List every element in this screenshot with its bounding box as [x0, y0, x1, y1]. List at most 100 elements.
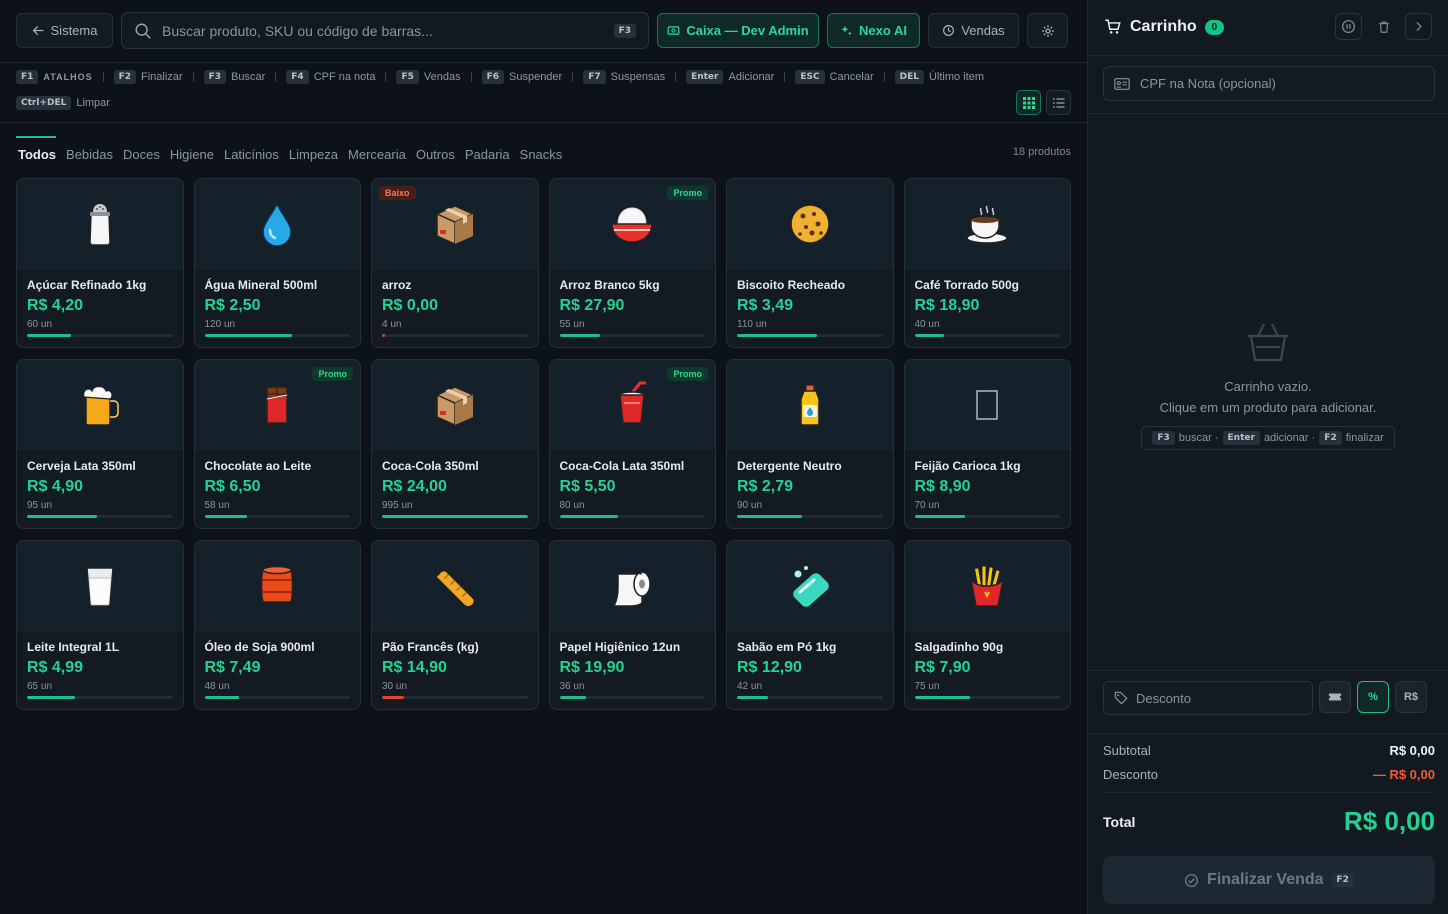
shortcut-ultimo-item[interactable]: DEL Último item: [894, 69, 984, 85]
shortcut-cancelar[interactable]: ESC Cancelar: [795, 69, 874, 85]
tab-snacks[interactable]: Snacks: [520, 147, 563, 162]
vendas-button[interactable]: Vendas: [928, 13, 1019, 48]
salt-shaker-icon: [76, 200, 124, 248]
stock-bar: [559, 334, 705, 337]
caixa-button[interactable]: Caixa — Dev Admin: [657, 13, 819, 48]
settings-button[interactable]: [1027, 13, 1068, 48]
product-price: R$ 6,50: [204, 478, 261, 495]
cart-icon: [1105, 19, 1121, 34]
product-image: [17, 541, 183, 631]
cart-count-badge: 0: [1204, 19, 1225, 35]
stock-bar-fill: [737, 334, 818, 337]
shortcut-limpar[interactable]: Ctrl+DEL Limpar: [16, 95, 110, 111]
product-card[interactable]: Açúcar Refinado 1kg R$ 4,20 60 un: [16, 178, 184, 348]
chevron-right-icon: [1416, 21, 1422, 32]
caixa-label: Caixa — Dev Admin: [686, 23, 809, 38]
product-card[interactable]: Promo Coca-Cola Lata 350ml R$ 5,50 80 un: [548, 359, 716, 529]
tab-padaria[interactable]: Padaria: [465, 147, 510, 162]
finalizar-venda-button[interactable]: Finalizar Venda F2: [1103, 856, 1435, 904]
stock-bar-fill: [914, 515, 966, 518]
tab-bebidas[interactable]: Bebidas: [66, 147, 113, 162]
empty-line-2: Clique em um produto para adicionar.: [1159, 400, 1377, 415]
shortcut-vendas[interactable]: F5 Vendas: [396, 69, 461, 85]
product-card[interactable]: Sabão em Pó 1kg R$ 12,90 42 un: [726, 540, 894, 710]
product-card[interactable]: Cerveja Lata 350ml R$ 4,90 95 un: [16, 359, 184, 529]
shortcut-suspensas[interactable]: F7 Suspensas: [583, 69, 665, 85]
product-card[interactable]: Feijão Carioca 1kg R$ 8,90 70 un: [903, 359, 1071, 529]
product-card[interactable]: Coca-Cola 350ml R$ 24,00 995 un: [371, 359, 539, 529]
discount-percent-button[interactable]: %: [1357, 681, 1389, 713]
product-card[interactable]: Biscoito Recheado R$ 3,49 110 un: [726, 178, 894, 348]
product-card[interactable]: Promo Chocolate ao Leite R$ 6,50 58 un: [193, 359, 361, 529]
product-name: Cerveja Lata 350ml: [27, 459, 136, 473]
shortcut-cpf[interactable]: F4 CPF na nota: [286, 69, 375, 85]
product-stock: 48 un: [204, 681, 230, 692]
tab-higiene[interactable]: Higiene: [170, 147, 214, 162]
cpf-input[interactable]: CPF na Nota (opcional): [1103, 66, 1435, 101]
search-input[interactable]: Buscar produto, SKU ou código de barras.…: [121, 12, 649, 49]
tab-outros[interactable]: Outros: [416, 147, 455, 162]
promo-badge: Promo: [667, 367, 708, 381]
stock-bar: [559, 515, 705, 518]
stock-bar-fill: [382, 696, 404, 699]
product-card[interactable]: Baixo arroz R$ 0,00 4 un: [371, 178, 539, 348]
sistema-button[interactable]: Sistema: [16, 13, 113, 48]
tab-todos[interactable]: Todos: [15, 136, 57, 162]
product-card[interactable]: Pão Francês (kg) R$ 14,90 30 un: [371, 540, 539, 710]
product-image: [727, 179, 893, 269]
chocolate-bar-icon: [253, 381, 301, 429]
stock-bar: [914, 515, 1060, 518]
discount-input[interactable]: Desconto: [1103, 681, 1313, 715]
discount-summary-label: Desconto: [1103, 767, 1158, 782]
discount-currency-button[interactable]: R$: [1395, 681, 1427, 713]
check-circle-icon: [1184, 873, 1199, 887]
search-placeholder: Buscar produto, SKU ou código de barras.…: [162, 22, 433, 39]
clear-cart-button[interactable]: [1370, 13, 1397, 40]
cart-title: Carrinho 0: [1104, 18, 1225, 36]
top-bar: Sistema Buscar produto, SKU ou código de…: [16, 12, 1071, 49]
product-image: [194, 179, 360, 269]
collapse-cart-button[interactable]: [1405, 13, 1432, 40]
stock-bar: [914, 334, 1060, 337]
product-card[interactable]: Promo Arroz Branco 5kg R$ 27,90 55 un: [548, 178, 716, 348]
suspend-button[interactable]: [1335, 13, 1362, 40]
stock-bar: [27, 334, 173, 337]
product-name: Café Torrado 500g: [914, 278, 1019, 292]
search-icon: [135, 23, 151, 39]
product-image: [17, 360, 183, 450]
product-card[interactable]: Café Torrado 500g R$ 18,90 40 un: [903, 178, 1071, 348]
list-view-button[interactable]: [1046, 90, 1071, 115]
shortcut-adicionar[interactable]: Enter Adicionar: [686, 69, 774, 85]
sparkles-icon: [841, 25, 852, 36]
cash-register-icon: [667, 26, 680, 35]
coupon-button[interactable]: [1319, 681, 1351, 713]
stock-bar-fill: [559, 334, 601, 337]
product-name: Sabão em Pó 1kg: [737, 640, 837, 654]
tab-limpeza[interactable]: Limpeza: [289, 147, 338, 162]
nexo-ai-button[interactable]: Nexo AI: [827, 13, 920, 48]
product-card[interactable]: Detergente Neutro R$ 2,79 90 un: [726, 359, 894, 529]
product-stock: 36 un: [559, 681, 585, 692]
stock-bar-fill: [737, 696, 768, 699]
trash-icon: [1378, 21, 1389, 33]
product-name: Coca-Cola Lata 350ml: [559, 459, 685, 473]
product-card[interactable]: Papel Higiênico 12un R$ 19,90 36 un: [548, 540, 716, 710]
promo-badge: Promo: [667, 186, 708, 200]
product-card[interactable]: Leite Integral 1L R$ 4,99 65 un: [16, 540, 184, 710]
stock-bar: [204, 696, 350, 699]
stock-bar-fill: [914, 334, 944, 337]
shortcut-suspender[interactable]: F6 Suspender: [481, 69, 562, 85]
product-card[interactable]: Óleo de Soja 900ml R$ 7,49 48 un: [193, 540, 361, 710]
shortcut-buscar[interactable]: F3 Buscar: [203, 69, 265, 85]
grid-view-button[interactable]: [1016, 90, 1041, 115]
stock-bar-fill: [559, 696, 586, 699]
divider: [0, 62, 1087, 63]
stock-bar: [914, 696, 1060, 699]
product-card[interactable]: Água Mineral 500ml R$ 2,50 120 un: [193, 178, 361, 348]
product-image: [904, 179, 1070, 269]
shortcut-finalizar[interactable]: F2 Finalizar: [113, 69, 183, 85]
product-card[interactable]: Salgadinho 90g R$ 7,90 75 un: [903, 540, 1071, 710]
tab-doces[interactable]: Doces: [123, 147, 160, 162]
tab-laticinios[interactable]: Laticínios: [224, 147, 279, 162]
tab-mercearia[interactable]: Mercearia: [348, 147, 406, 162]
